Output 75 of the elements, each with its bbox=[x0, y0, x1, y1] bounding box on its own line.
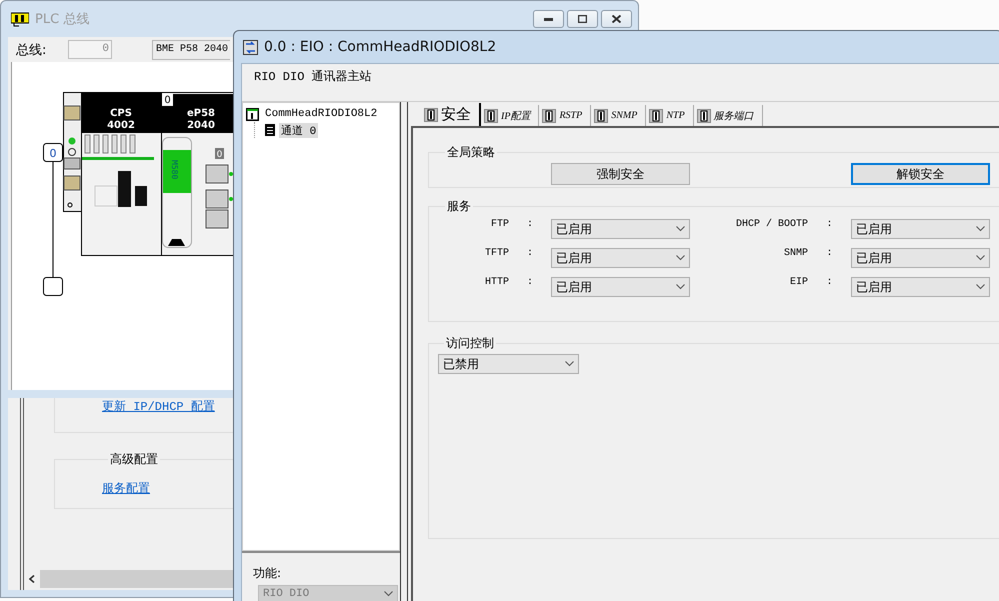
security-button[interactable]: 解锁安全 bbox=[851, 163, 990, 185]
slot-number: 0 bbox=[162, 93, 173, 106]
service-dropdown[interactable]: 已启用 bbox=[551, 248, 690, 268]
module-name: CPS bbox=[110, 108, 132, 119]
close-icon bbox=[612, 15, 621, 23]
module-icon bbox=[649, 108, 664, 122]
chevron-down-icon bbox=[565, 361, 574, 367]
chevron-left-icon bbox=[29, 575, 35, 583]
module-code: 4002 bbox=[107, 120, 135, 131]
service-dropdown[interactable]: 已启用 bbox=[851, 277, 990, 297]
group-title: 访问控制 bbox=[445, 335, 495, 352]
module-icon bbox=[542, 108, 556, 122]
tab[interactable]: 安全 bbox=[421, 103, 481, 126]
colon-separator: : bbox=[526, 219, 534, 230]
update-ip-link[interactable]: 更新 IP/DHCP 配置 bbox=[102, 400, 215, 414]
window-title: PLC 总线 bbox=[35, 11, 90, 28]
security-button[interactable]: 强制安全 bbox=[551, 163, 690, 185]
pane-divider[interactable] bbox=[400, 102, 408, 601]
service-label: TFTP bbox=[484, 248, 509, 259]
bus-label: 总线: bbox=[16, 42, 48, 58]
bus-icon bbox=[11, 11, 29, 27]
tree-item[interactable]: 通道 0 bbox=[279, 122, 318, 138]
module-icon bbox=[594, 108, 608, 122]
colon-separator: : bbox=[825, 219, 834, 230]
chevron-down-icon bbox=[976, 226, 985, 232]
scroll-left-button[interactable] bbox=[24, 570, 40, 588]
document-icon bbox=[265, 124, 275, 136]
function-label: 功能: bbox=[253, 565, 282, 582]
network-module-icon bbox=[243, 40, 258, 54]
cpu-label: M580 bbox=[170, 160, 179, 180]
tree-item[interactable]: CommHeadRIODIO8L2 bbox=[263, 108, 380, 120]
module-name: eP58 bbox=[186, 108, 216, 119]
maximize-button[interactable] bbox=[567, 10, 598, 28]
service-label: HTTP bbox=[484, 277, 509, 288]
service-dropdown[interactable]: 已启用 bbox=[851, 248, 990, 268]
chevron-down-icon bbox=[676, 226, 685, 232]
close-button[interactable] bbox=[601, 10, 632, 28]
device-subtitle: RIO DIO 通讯器主站 bbox=[254, 70, 372, 84]
service-dropdown[interactable]: 已启用 bbox=[851, 219, 990, 239]
chevron-down-icon bbox=[676, 255, 685, 261]
colon-separator: : bbox=[526, 277, 534, 288]
rack-number[interactable]: 0 bbox=[43, 143, 63, 162]
service-label: DHCP / BOOTP bbox=[734, 219, 808, 230]
module-code: 2040 bbox=[187, 120, 215, 131]
service-label: EIP bbox=[788, 277, 808, 288]
service-dropdown[interactable]: 已启用 bbox=[551, 277, 690, 297]
chevron-down-icon bbox=[976, 255, 985, 261]
service-label: SNMP bbox=[782, 248, 808, 259]
colon-separator: : bbox=[825, 248, 834, 259]
colon-separator: : bbox=[526, 248, 534, 259]
tab[interactable]: IP配置 bbox=[481, 105, 540, 126]
window-title: 0.0 : EIO : CommHeadRIODIO8L2 bbox=[264, 39, 496, 55]
module-icon bbox=[484, 108, 498, 122]
tab[interactable]: RSTP bbox=[539, 105, 592, 126]
group-title: 高级配置 bbox=[109, 451, 159, 468]
colon-separator: : bbox=[825, 277, 834, 288]
chevron-down-icon bbox=[676, 284, 685, 290]
module-icon bbox=[246, 108, 259, 120]
module-icon bbox=[424, 108, 438, 122]
restore-icon bbox=[578, 15, 587, 23]
minimize-button[interactable] bbox=[533, 10, 564, 28]
service-config-link[interactable]: 服务配置 bbox=[102, 482, 150, 496]
service-label: FTP bbox=[490, 219, 509, 230]
chevron-down-icon bbox=[384, 591, 393, 597]
module-name-field: BME P58 2040 bbox=[152, 40, 230, 60]
port-number: 0 bbox=[215, 148, 224, 160]
tab[interactable]: SNMP bbox=[591, 105, 646, 126]
service-dropdown[interactable]: 已启用 bbox=[551, 219, 690, 239]
minimize-icon bbox=[544, 18, 553, 20]
chevron-down-icon bbox=[976, 284, 985, 290]
group-title: 全局策略 bbox=[446, 144, 496, 161]
tab[interactable]: NTP bbox=[646, 105, 694, 126]
access-dropdown[interactable]: 已禁用 bbox=[438, 354, 579, 374]
group-title: 服务 bbox=[446, 198, 472, 215]
module-icon bbox=[696, 108, 711, 122]
